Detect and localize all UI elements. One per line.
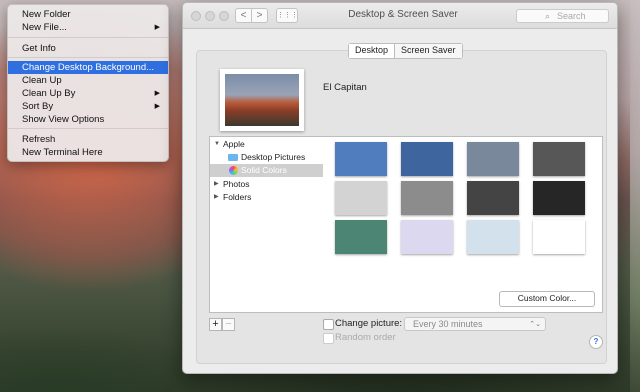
disclosure-expanded-icon[interactable]: ▼ <box>214 138 220 151</box>
color-swatch[interactable] <box>533 181 585 215</box>
close-window-button[interactable] <box>191 11 201 21</box>
submenu-arrow-icon: ▶ <box>154 103 160 110</box>
menu-item-label: New Terminal Here <box>22 147 103 158</box>
back-button[interactable]: < <box>235 8 252 23</box>
menu-item-new-terminal-here[interactable]: New Terminal Here <box>8 146 168 159</box>
sidebar-item-solid-colors[interactable]: Solid Colors <box>210 164 324 177</box>
chevron-up-down-icon: ⌃⌄ <box>529 321 541 328</box>
menu-item-label: Refresh <box>22 134 56 145</box>
color-swatch[interactable] <box>467 181 519 215</box>
current-wallpaper-name: El Capitan <box>323 82 367 93</box>
sidebar-item-label: Folders <box>223 192 252 202</box>
menu-item-get-info[interactable]: Get Info <box>8 42 168 55</box>
menu-separator <box>8 37 168 38</box>
color-swatch[interactable] <box>401 181 453 215</box>
sidebar-item-label: Desktop Pictures <box>241 152 306 162</box>
menu-item-label: Show View Options <box>22 114 105 125</box>
window-title: Desktop & Screen Saver <box>348 9 458 20</box>
color-swatch[interactable] <box>335 220 387 254</box>
search-placeholder: Search <box>557 11 586 21</box>
solid-colors-grid: Custom Color... <box>323 136 603 313</box>
desktop-context-menu: New Folder New File... ▶ Get Info Change Des… <box>7 4 169 162</box>
sidebar-item-label: Solid Colors <box>241 165 287 175</box>
folder-icon <box>228 154 238 161</box>
menu-item-label: Clean Up <box>22 75 62 86</box>
submenu-arrow-icon: ▶ <box>154 24 160 31</box>
add-remove-controls: + − <box>209 318 235 331</box>
zoom-window-button[interactable] <box>219 11 229 21</box>
menu-item-label: Sort By <box>22 101 54 112</box>
desktop-screen-saver-window: < > ⋮⋮⋮ Desktop & Screen Saver ⌕ Search … <box>182 2 618 374</box>
title-bar: < > ⋮⋮⋮ Desktop & Screen Saver ⌕ Search <box>183 3 617 29</box>
menu-item-label: Clean Up By <box>22 88 76 99</box>
help-button[interactable]: ? <box>589 335 603 349</box>
disclosure-collapsed-icon[interactable]: ▶ <box>214 178 219 191</box>
tab-bar: Desktop Screen Saver <box>348 43 463 59</box>
custom-color-button[interactable]: Custom Color... <box>499 291 595 307</box>
random-order-label: Random order <box>335 332 396 343</box>
menu-separator <box>8 57 168 58</box>
menu-item-clean-up-by[interactable]: Clean Up By ▶ <box>8 87 168 100</box>
change-picture-label: Change picture: <box>335 318 403 329</box>
sidebar-item-label: Apple <box>223 139 245 149</box>
current-wallpaper-preview <box>220 69 304 131</box>
color-wheel-icon <box>229 166 238 175</box>
disclosure-collapsed-icon[interactable]: ▶ <box>214 191 219 204</box>
menu-item-label: New Folder <box>22 9 71 20</box>
sidebar-item-photos[interactable]: ▶ Photos <box>210 178 324 191</box>
minimize-window-button[interactable] <box>205 11 215 21</box>
color-swatch[interactable] <box>533 220 585 254</box>
menu-item-refresh[interactable]: Refresh <box>8 133 168 146</box>
tab-screen-saver[interactable]: Screen Saver <box>394 44 462 58</box>
sidebar-item-label: Photos <box>223 179 250 189</box>
menu-item-sort-by[interactable]: Sort By ▶ <box>8 100 168 113</box>
wallpaper-thumbnail <box>225 74 299 126</box>
menu-item-new-file[interactable]: New File... ▶ <box>8 21 168 34</box>
forward-button[interactable]: > <box>251 8 268 23</box>
menu-item-change-desktop-background[interactable]: Change Desktop Background... <box>8 61 168 74</box>
change-picture-checkbox[interactable] <box>323 319 334 330</box>
menu-item-label: New File... <box>22 22 67 33</box>
menu-item-label: Get Info <box>22 43 56 54</box>
submenu-arrow-icon: ▶ <box>154 90 160 97</box>
source-list: ▼ Apple Desktop Pictures Solid Colors ▶ … <box>209 136 325 313</box>
add-folder-button[interactable]: + <box>209 318 222 331</box>
color-swatch[interactable] <box>467 142 519 176</box>
menu-item-show-view-options[interactable]: Show View Options <box>8 113 168 126</box>
menu-separator <box>8 128 168 129</box>
color-swatch[interactable] <box>335 181 387 215</box>
sidebar-item-desktop-pictures[interactable]: Desktop Pictures <box>210 151 324 164</box>
search-icon: ⌕ <box>545 11 551 21</box>
change-interval-select[interactable]: Every 30 minutes ⌃⌄ <box>404 317 546 331</box>
sidebar-item-apple[interactable]: ▼ Apple <box>210 138 324 151</box>
sidebar-item-folders[interactable]: ▶ Folders <box>210 191 324 204</box>
menu-item-new-folder[interactable]: New Folder <box>8 8 168 21</box>
random-order-checkbox[interactable] <box>323 333 334 344</box>
color-swatch[interactable] <box>467 220 519 254</box>
interval-value: Every 30 minutes <box>413 319 483 329</box>
color-swatch[interactable] <box>401 142 453 176</box>
remove-folder-button[interactable]: − <box>222 318 235 331</box>
color-swatch[interactable] <box>401 220 453 254</box>
color-swatch[interactable] <box>335 142 387 176</box>
menu-item-clean-up[interactable]: Clean Up <box>8 74 168 87</box>
search-field[interactable]: ⌕ Search <box>516 9 609 23</box>
tab-desktop[interactable]: Desktop <box>349 44 395 58</box>
color-swatch[interactable] <box>533 142 585 176</box>
show-all-grid-button[interactable]: ⋮⋮⋮ <box>276 8 298 23</box>
menu-item-label: Change Desktop Background... <box>22 62 155 73</box>
